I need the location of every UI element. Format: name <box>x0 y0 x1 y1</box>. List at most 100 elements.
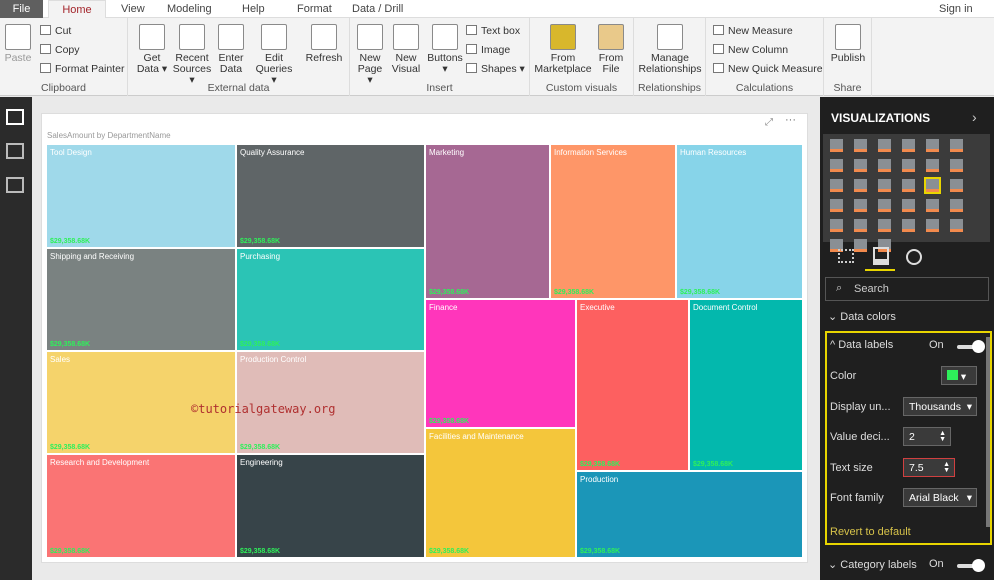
visual-type-icon[interactable] <box>878 139 891 152</box>
collapse-pane-icon[interactable]: › <box>972 109 977 125</box>
tab-home[interactable]: Home <box>48 0 106 18</box>
data-view-icon[interactable] <box>6 143 24 159</box>
data-colors-section[interactable]: ⌄ Data colors <box>828 310 896 323</box>
visual-type-icon[interactable] <box>950 179 963 192</box>
report-view-icon[interactable] <box>6 109 24 125</box>
visual-type-icon[interactable] <box>830 199 843 212</box>
visual-type-icon[interactable] <box>902 159 915 172</box>
tab-help[interactable]: Help <box>242 0 265 18</box>
visual-type-icon[interactable] <box>830 159 843 172</box>
search-input[interactable]: ⌕Search <box>825 277 989 301</box>
tab-file[interactable]: File <box>0 0 43 18</box>
sign-in-link[interactable]: Sign in <box>939 0 973 18</box>
visual-type-icon[interactable] <box>926 199 939 212</box>
visual-type-icon[interactable] <box>878 159 891 172</box>
visual-type-icon[interactable] <box>878 219 891 232</box>
visual-type-icon[interactable] <box>854 139 867 152</box>
visual-type-icon[interactable] <box>854 219 867 232</box>
visual-type-icon[interactable] <box>926 179 939 192</box>
visual-type-icon[interactable] <box>878 179 891 192</box>
treemap-tile[interactable]: Executive$29,358.68K <box>577 300 688 470</box>
visual-type-icon[interactable] <box>830 139 843 152</box>
image-button[interactable]: Image <box>466 44 510 56</box>
visual-type-icon[interactable] <box>902 219 915 232</box>
treemap-tile[interactable]: Document Control$29,358.68K <box>690 300 802 470</box>
treemap-tile[interactable]: Human Resources$29,358.68K <box>677 145 802 298</box>
visual-type-icon[interactable] <box>854 199 867 212</box>
calculations-group: New Measure New Column New Quick Measure… <box>706 18 824 96</box>
treemap-tile[interactable]: Purchasing$29,358.68K <box>237 249 424 350</box>
treemap-tile[interactable]: Marketing$29,358.68K <box>426 145 549 298</box>
shapes-button[interactable]: Shapes ▾ <box>466 63 525 75</box>
treemap-tile[interactable]: Quality Assurance$29,358.68K <box>237 145 424 247</box>
edit-queries-button[interactable]: Edit Queries ▾ <box>254 24 294 86</box>
model-view-icon[interactable] <box>6 177 24 193</box>
visual-type-icon[interactable] <box>926 159 939 172</box>
pane-scrollbar[interactable] <box>986 337 990 527</box>
from-file-button[interactable]: From File <box>594 24 628 75</box>
format-painter-button[interactable]: Format Painter <box>40 63 124 75</box>
visual-type-icon[interactable] <box>830 179 843 192</box>
tab-format[interactable]: Format <box>297 0 332 18</box>
treemap-tile[interactable]: Tool Design$29,358.68K <box>47 145 235 247</box>
visual-type-icon[interactable] <box>926 219 939 232</box>
treemap-tile[interactable]: Engineering$29,358.68K <box>237 455 424 557</box>
new-measure-button[interactable]: New Measure <box>713 25 793 37</box>
refresh-button[interactable]: Refresh <box>304 24 344 64</box>
new-page-label: New Page ▾ <box>358 52 383 86</box>
treemap-tile[interactable]: Production$29,358.68K <box>577 472 802 557</box>
tab-modeling[interactable]: Modeling <box>167 0 212 18</box>
copy-button[interactable]: Copy <box>40 44 80 56</box>
more-options-icon[interactable]: ··· <box>785 114 796 126</box>
visual-type-icon[interactable] <box>902 179 915 192</box>
visual-type-icon[interactable] <box>950 219 963 232</box>
treemap-tile[interactable]: Shipping and Receiving$29,358.68K <box>47 249 235 350</box>
manage-relationships-button[interactable]: Manage Relationships <box>636 24 704 75</box>
visual-type-icon[interactable] <box>902 139 915 152</box>
visual-type-icon[interactable] <box>854 159 867 172</box>
data-labels-header[interactable]: ^ Data labels <box>830 339 893 351</box>
from-marketplace-button[interactable]: From Marketplace <box>534 24 592 75</box>
format-paint-roller-icon[interactable] <box>873 247 889 265</box>
treemap-tile[interactable]: Information Services$29,358.68K <box>551 145 675 298</box>
font-family-dropdown[interactable]: Arial Black▾ <box>903 488 977 507</box>
new-column-button[interactable]: New Column <box>713 44 788 56</box>
text-size-stepper[interactable]: 7.5▲▼ <box>903 458 955 477</box>
analytics-tab-icon[interactable] <box>906 249 922 265</box>
category-labels-section[interactable]: ⌄ Category labels <box>828 558 917 571</box>
tab-data-drill[interactable]: Data / Drill <box>352 0 403 18</box>
new-visual-button[interactable]: New Visual <box>390 24 422 75</box>
new-page-button[interactable]: New Page ▾ <box>354 24 386 86</box>
visual-type-icon[interactable] <box>950 199 963 212</box>
new-quick-measure-button[interactable]: New Quick Measure <box>713 63 823 75</box>
treemap-tile[interactable]: Finance$29,358.68K <box>426 300 575 427</box>
get-data-button[interactable]: Get Data ▾ <box>133 24 171 75</box>
publish-button[interactable]: Publish <box>828 24 868 64</box>
revert-to-default-link[interactable]: Revert to default <box>830 526 911 538</box>
color-picker[interactable]: ▾ <box>941 366 977 385</box>
visual-type-icon[interactable] <box>854 179 867 192</box>
display-units-dropdown[interactable]: Thousands▾ <box>903 397 977 416</box>
data-labels-toggle[interactable] <box>957 345 983 349</box>
visual-type-icon[interactable] <box>950 159 963 172</box>
fields-tab-icon[interactable] <box>838 249 854 263</box>
tab-view[interactable]: View <box>121 0 145 18</box>
cut-button[interactable]: Cut <box>40 25 71 37</box>
focus-mode-icon[interactable]: ⤢ <box>765 117 773 128</box>
paste-button[interactable]: Paste <box>4 24 32 64</box>
visual-type-icon[interactable] <box>902 199 915 212</box>
visual-type-icon[interactable] <box>878 199 891 212</box>
recent-sources-button[interactable]: Recent Sources ▾ <box>172 24 212 86</box>
enter-data-button[interactable]: Enter Data <box>214 24 248 75</box>
visual-type-icon[interactable] <box>926 139 939 152</box>
visual-type-icon[interactable] <box>830 219 843 232</box>
treemap-tile[interactable]: Research and Development$29,358.68K <box>47 455 235 557</box>
value-decimals-stepper[interactable]: 2▲▼ <box>903 427 951 446</box>
visual-type-icon[interactable] <box>950 139 963 152</box>
treemap-tile[interactable]: Facilities and Maintenance$29,358.68K <box>426 429 575 557</box>
text-box-button[interactable]: Text box <box>466 25 520 37</box>
visual-type-icon[interactable] <box>854 239 867 252</box>
category-labels-toggle[interactable] <box>957 564 983 568</box>
buttons-button[interactable]: Buttons ▾ <box>426 24 464 75</box>
calculations-label: Calculations <box>706 82 823 94</box>
